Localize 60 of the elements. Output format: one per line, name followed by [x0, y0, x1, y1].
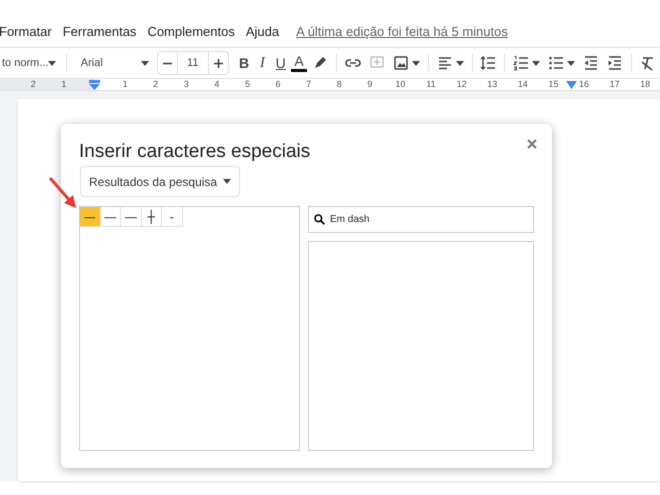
line-spacing-icon	[480, 55, 496, 71]
increase-indent-icon	[607, 55, 624, 71]
ruler-number: 2	[153, 79, 158, 90]
ruler-number: 12	[456, 79, 467, 90]
search-field[interactable]: Em dash	[308, 206, 534, 233]
ruler-number: 1	[122, 79, 128, 90]
menu-item[interactable]: Complementos	[147, 22, 235, 42]
menu-item[interactable]: Formatar	[0, 22, 52, 42]
ruler-number: 1	[61, 79, 66, 90]
character-cell[interactable]: ―	[121, 207, 142, 227]
ruler-number: 10	[395, 79, 406, 90]
ruler-number: 14	[518, 79, 528, 90]
caret-icon	[412, 60, 420, 66]
align-left-icon	[436, 55, 453, 71]
caret-icon	[140, 60, 149, 66]
caret-icon	[223, 179, 232, 184]
ruler-number: 13	[487, 79, 498, 90]
caret-icon	[456, 60, 464, 66]
category-dropdown[interactable]: Resultados da pesquisa	[80, 166, 240, 197]
font-dropdown[interactable]: Arial	[74, 52, 151, 74]
format-button[interactable]: U	[272, 51, 290, 75]
plus-icon	[214, 58, 223, 68]
character-cell[interactable]: ┼	[142, 207, 162, 227]
format-button[interactable]: B	[234, 51, 254, 75]
right-indent-marker-icon[interactable]	[566, 81, 577, 89]
ruler-number: 2	[30, 79, 36, 90]
arrow-drawing	[48, 177, 76, 208]
ruler-number: 17	[610, 79, 620, 90]
ruler-number: 7	[306, 79, 312, 90]
dialog-title: Inserir caracteres especiais	[79, 140, 310, 164]
last-edit-link[interactable]: A última edição foi feita há 5 minutos	[296, 22, 508, 42]
ruler-number: 16	[578, 79, 589, 90]
ruler-number: 4	[214, 79, 220, 90]
ruler-number: 3	[184, 79, 189, 90]
highlighter-icon	[312, 55, 328, 71]
bulleted-list-icon	[548, 55, 564, 71]
numbered-list-icon	[513, 55, 530, 71]
caret-icon	[567, 60, 576, 66]
image-icon	[392, 55, 409, 71]
ruler-number: 15	[548, 79, 558, 90]
format-button[interactable]: I	[253, 51, 272, 75]
menu-item[interactable]: Ferramentas	[62, 22, 136, 42]
character-cell[interactable]: —	[80, 207, 100, 227]
character-cell[interactable]: -	[162, 207, 182, 227]
ruler-number: 6	[276, 79, 281, 90]
character-cell[interactable]: ―	[100, 207, 121, 227]
menu-item[interactable]: Ajuda	[246, 22, 280, 42]
search-icon	[314, 214, 325, 225]
ruler-number: 5	[244, 79, 250, 90]
ruler-number: 9	[367, 79, 372, 90]
indent-marker-icon[interactable]	[89, 80, 100, 90]
close-icon	[527, 139, 537, 149]
caret-icon	[48, 60, 56, 66]
ruler-number: 11	[426, 79, 436, 90]
style-dropdown[interactable]: to norm...	[0, 52, 58, 74]
caret-icon	[532, 60, 540, 66]
ruler-number: 18	[640, 79, 650, 90]
text-color-button[interactable]: A	[290, 51, 308, 75]
decrease-indent-icon	[583, 55, 600, 71]
ruler-number: 8	[336, 79, 342, 90]
